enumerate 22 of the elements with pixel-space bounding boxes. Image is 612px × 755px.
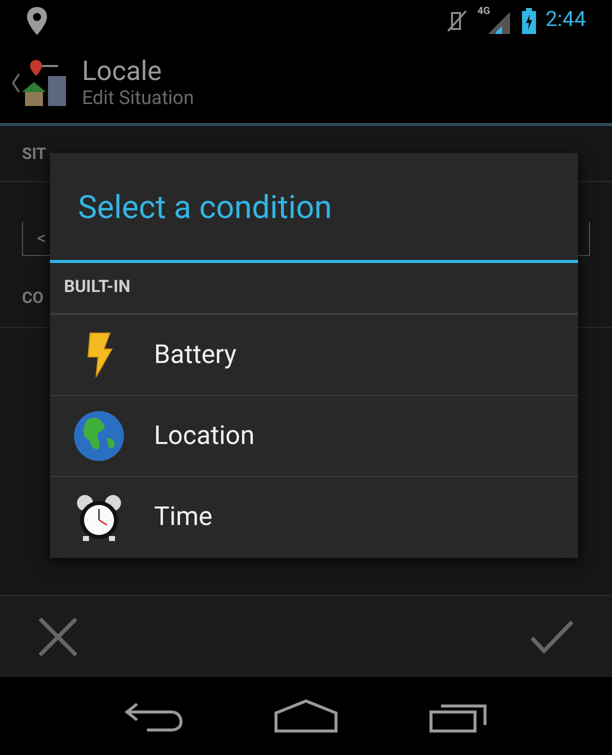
dialog-title: Select a condition [78,186,332,228]
home-icon[interactable] [274,699,338,733]
back-chevron-icon[interactable] [12,72,20,92]
clock-time: 2:44 [546,7,586,34]
app-subtitle: Edit Situation [82,88,194,107]
map-pin-icon [26,6,48,36]
checkmark-icon[interactable] [530,620,574,654]
section-label: SIT [22,142,46,164]
app-title: Locale [82,58,163,85]
condition-list-item[interactable]: Time [50,477,578,558]
alarm-clock-icon [74,492,124,542]
condition-list-item[interactable]: Location [50,396,578,477]
globe-icon [73,410,125,462]
muted-vibrate-icon [446,9,468,33]
section-label: CO [22,286,44,308]
back-arrow-icon[interactable] [125,700,184,732]
section-header: BUILT-IN [64,276,130,300]
condition-list-item[interactable]: Battery [50,315,578,396]
signal-icon [488,12,510,34]
close-icon[interactable] [38,616,78,656]
battery-icon [522,8,536,34]
network-label: 4G [478,5,490,19]
